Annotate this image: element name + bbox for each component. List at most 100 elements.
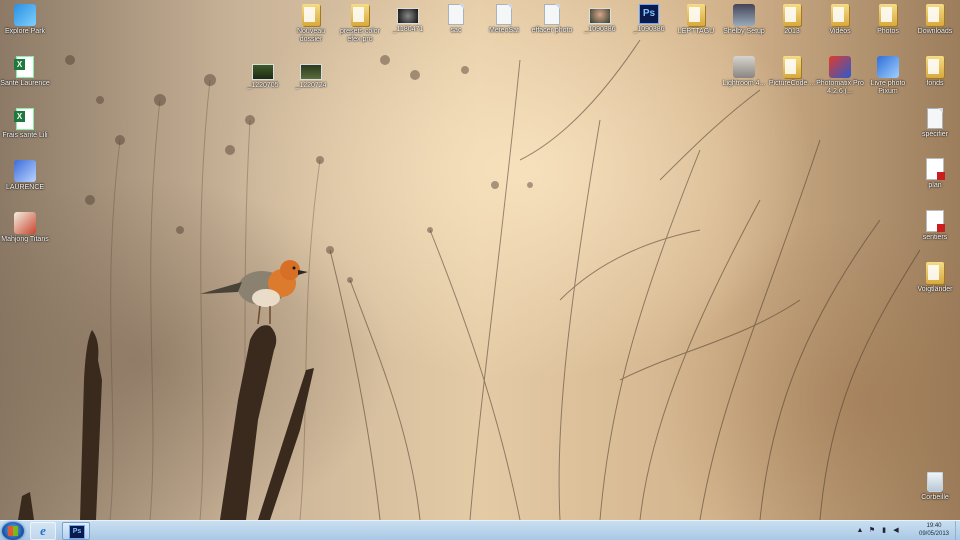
- desktop-icon-label: Explore Park: [4, 28, 46, 35]
- desktop-icon-label: _1090386: [584, 26, 616, 33]
- photoshop-file-icon: Ps: [639, 4, 659, 24]
- desktop-icon-label: Santé Laurence: [0, 80, 50, 87]
- folder-icon: [783, 4, 801, 26]
- folder-icon: [926, 56, 944, 78]
- desktop-icon-label: Nouveau dossier: [296, 28, 326, 43]
- desktop-icon-livre-photo-pixum[interactable]: Livre photo Pixum: [863, 56, 913, 96]
- action-center-flag-icon[interactable]: ⚑: [868, 527, 876, 535]
- desktop-icon-photomatix[interactable]: Photomatix Pro 4.2.6 (...: [815, 56, 865, 96]
- desktop-icon-corbeille[interactable]: Corbeille: [910, 472, 960, 502]
- desktop-icon-label: Mahjong Titans: [1, 236, 49, 243]
- downloads-folder-icon: [926, 4, 944, 26]
- show-hidden-icons-arrow-icon[interactable]: ▲: [856, 527, 864, 535]
- desktop-icon-label: Lightroom 4...: [722, 80, 766, 87]
- desktop-icon-label: Photomatix Pro 4.2.6 (...: [816, 80, 864, 95]
- clock-time: 19:40: [926, 523, 942, 529]
- document-icon: [927, 108, 943, 129]
- desktop-icon-lepttagu[interactable]: LEPTTAGU: [671, 4, 721, 36]
- photo-thumbnail-icon: [589, 8, 611, 24]
- desktop-icon-label: sentiers: [922, 234, 948, 241]
- desktop-icon-voigtlander[interactable]: Voigtländer: [910, 262, 960, 294]
- pdf-file-icon: [926, 158, 945, 180]
- taskbar-internet-explorer-button[interactable]: e: [30, 522, 56, 540]
- desktop-icon-1090386-photo[interactable]: _1090386: [575, 4, 625, 34]
- app-icon: [14, 4, 36, 26]
- desktop-icon-plan[interactable]: plan: [910, 158, 960, 190]
- desktop-icon-label: effacer photo: [531, 27, 573, 34]
- desktop-icon-nouveau-dossier[interactable]: Nouveau dossier: [286, 4, 336, 44]
- desktop-icon-label: Frais santé Lili: [2, 132, 48, 139]
- taskbar-clock[interactable]: 19:40 09/05/2013: [914, 522, 954, 538]
- desktop-icon-label: _1180471: [392, 26, 424, 33]
- recycle-bin-icon: [927, 472, 943, 492]
- desktop-icon-label: plan: [928, 182, 942, 189]
- desktop-icon-frais-sante-lili[interactable]: Frais santé Lili: [0, 108, 50, 140]
- videos-folder-icon: [831, 4, 849, 26]
- mahjong-icon: [14, 212, 36, 234]
- desktop-icon-label: 2013: [784, 28, 800, 35]
- document-icon: [544, 4, 560, 25]
- lightroom-icon: [733, 56, 755, 78]
- desktop-icon-label: Shelby Setup: [723, 28, 765, 35]
- desktop-icon-label: _1220724: [295, 82, 327, 89]
- app-icon: [14, 160, 36, 182]
- network-icon[interactable]: ▮: [880, 527, 888, 535]
- desktop-icon-label: PictureCode ...: [768, 80, 816, 87]
- folder-icon: [351, 4, 369, 26]
- folder-icon: [926, 262, 944, 284]
- document-icon: [496, 4, 512, 25]
- photos-folder-icon: [879, 4, 897, 26]
- folder-icon: [302, 4, 320, 26]
- excel-file-icon: [14, 56, 34, 78]
- desktop-icon-label: Photos: [877, 28, 899, 35]
- installer-icon: [733, 4, 755, 26]
- desktop-icon-photos[interactable]: Photos: [863, 4, 913, 36]
- desktop-icon-label: Voigtländer: [917, 286, 953, 293]
- desktop-icon-label: presets color efex pro: [339, 28, 381, 43]
- pixum-icon: [877, 56, 899, 78]
- document-icon: [448, 4, 464, 25]
- desktop-icon-label: LEPTTAGU: [677, 28, 715, 35]
- desktop-icon-explore-park[interactable]: Explore Park: [0, 4, 50, 36]
- desktop-icon-1220724[interactable]: _1220724: [286, 60, 336, 90]
- desktop-icon-label: Corbeille: [921, 494, 949, 501]
- desktop-icon-sante-laurence[interactable]: Santé Laurence: [0, 56, 50, 88]
- photo-thumbnail-icon: [397, 8, 419, 24]
- clock-date: 09/05/2013: [918, 531, 950, 537]
- start-button[interactable]: [2, 522, 24, 540]
- desktop-icon-meteosat[interactable]: MeteoSat: [479, 4, 529, 35]
- desktop-icon-laurence[interactable]: LAURENCE: [0, 160, 50, 192]
- desktop-icon-specifier[interactable]: spécifier: [910, 108, 960, 139]
- excel-file-icon: [14, 108, 34, 130]
- desktop-icon-sentiers[interactable]: sentiers: [910, 210, 960, 242]
- desktop-icon-effacer-photo[interactable]: effacer photo: [527, 4, 577, 35]
- desktop[interactable]: Explore Park Santé Laurence Frais santé …: [0, 0, 960, 520]
- internet-explorer-icon: e: [40, 523, 46, 538]
- taskbar: e Ps ▲ ⚑ ▮ ◀ 19:40 09/05/2013: [0, 520, 960, 540]
- desktop-icon-label: _1090386: [633, 26, 665, 33]
- taskbar-photoshop-button[interactable]: Ps: [62, 522, 90, 540]
- desktop-icon-downloads[interactable]: Downloads: [910, 4, 960, 36]
- desktop-icon-sac[interactable]: sac: [431, 4, 481, 35]
- volume-icon[interactable]: ◀: [892, 527, 900, 535]
- show-desktop-button[interactable]: [955, 521, 960, 540]
- desktop-icon-label: spécifier: [921, 131, 949, 138]
- desktop-icon-mahjong-titans[interactable]: Mahjong Titans: [0, 212, 50, 244]
- desktop-icon-label: sac: [450, 27, 462, 34]
- photoshop-icon: Ps: [69, 525, 85, 539]
- desktop-icon-fonds[interactable]: fonds: [910, 56, 960, 88]
- desktop-icon-label: Downloads: [917, 28, 953, 35]
- desktop-icon-lightroom[interactable]: Lightroom 4...: [719, 56, 769, 88]
- desktop-icon-shelby-setup[interactable]: Shelby Setup: [719, 4, 769, 36]
- desktop-icon-1180471[interactable]: _1180471: [383, 4, 433, 34]
- desktop-icon-1220705[interactable]: _1220705: [238, 60, 288, 90]
- desktop-icon-2013[interactable]: 2013: [767, 4, 817, 36]
- desktop-icon-1090386-psd[interactable]: Ps _1090386: [624, 4, 674, 34]
- desktop-icon-picturecode[interactable]: PictureCode ...: [767, 56, 817, 88]
- desktop-icon-presets-color-efex-pro[interactable]: presets color efex pro: [335, 4, 385, 44]
- pdf-file-icon: [926, 210, 945, 232]
- desktop-icon-label: Livre photo Pixum: [870, 80, 906, 95]
- photo-thumbnail-icon: [300, 64, 322, 80]
- desktop-icon-videos[interactable]: Vidéos: [815, 4, 865, 36]
- desktop-icon-label: _1220705: [247, 82, 279, 89]
